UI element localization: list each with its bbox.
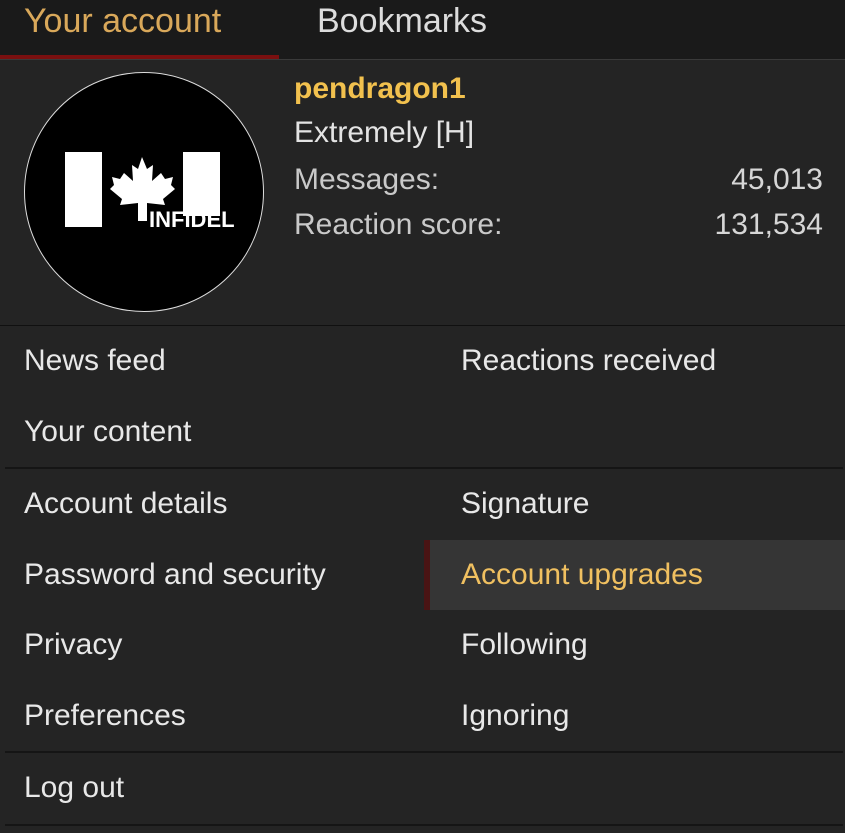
- menu-preferences[interactable]: Preferences: [24, 681, 186, 751]
- infidel-flag-icon: INFIDEL: [65, 152, 235, 232]
- account-tabs: Your account Bookmarks: [0, 0, 845, 60]
- menu-divider: [5, 751, 843, 753]
- username-link[interactable]: pendragon1: [294, 72, 466, 106]
- menu-privacy[interactable]: Privacy: [24, 610, 122, 680]
- tab-your-account[interactable]: Your account: [0, 0, 279, 59]
- stat-messages-label: Messages:: [294, 163, 440, 196]
- menu-your-content[interactable]: Your content: [24, 397, 191, 467]
- menu-signature[interactable]: Signature: [461, 469, 589, 539]
- menu-account-details[interactable]: Account details: [24, 469, 227, 539]
- menu-bottom-divider: [5, 824, 843, 826]
- stat-reactions-label: Reaction score:: [294, 208, 503, 241]
- menu-following[interactable]: Following: [461, 610, 588, 680]
- stat-reactions-value: 131,534: [714, 208, 823, 241]
- menu-password-security[interactable]: Password and security: [24, 540, 326, 610]
- menu-ignoring[interactable]: Ignoring: [461, 681, 569, 751]
- profile-summary: INFIDEL pendragon1 Extremely [H] Message…: [0, 60, 845, 326]
- tab-bookmarks[interactable]: Bookmarks: [317, 0, 487, 57]
- avatar[interactable]: INFIDEL: [24, 72, 264, 312]
- menu-reactions-received[interactable]: Reactions received: [461, 326, 716, 396]
- menu-account-upgrades[interactable]: Account upgrades: [461, 540, 703, 610]
- avatar-text: INFIDEL: [149, 207, 235, 232]
- menu-log-out[interactable]: Log out: [24, 753, 124, 823]
- menu-news-feed[interactable]: News feed: [24, 326, 166, 396]
- user-title: Extremely [H]: [294, 116, 475, 149]
- stat-messages-value: 45,013: [731, 163, 823, 196]
